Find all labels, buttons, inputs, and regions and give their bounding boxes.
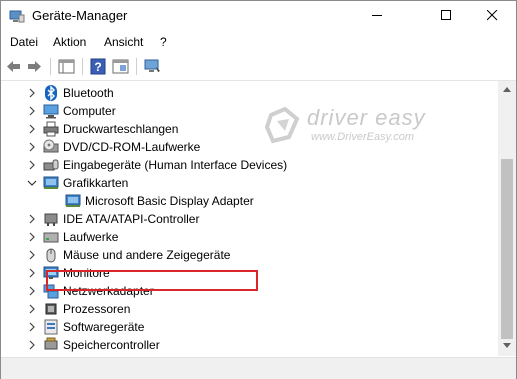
scroll-up-arrow-icon[interactable] xyxy=(503,87,511,92)
close-icon xyxy=(487,10,498,21)
expand-chevron-icon[interactable] xyxy=(27,286,37,296)
tree-category-item[interactable]: Eingabegeräte (Human Interface Devices) xyxy=(1,156,498,174)
printer-icon xyxy=(43,121,59,137)
menu-help[interactable]: ? xyxy=(160,35,167,49)
watermark-brand: driver easy xyxy=(307,105,426,130)
tree-item-label: Computer xyxy=(63,104,116,118)
expand-chevron-icon[interactable] xyxy=(27,142,37,152)
svg-text:?: ? xyxy=(94,60,101,74)
tree-item-label: Softwaregeräte xyxy=(63,320,145,334)
scan-hardware-icon[interactable] xyxy=(144,58,161,75)
ide-controller-icon xyxy=(44,213,58,226)
expand-chevron-icon[interactable] xyxy=(27,268,37,278)
tree-category-item[interactable]: Speichercontroller xyxy=(1,336,498,354)
title-bar[interactable]: Geräte-Manager xyxy=(1,1,516,31)
watermark-logo-icon xyxy=(264,107,300,144)
menu-datei[interactable]: Datei xyxy=(10,35,38,49)
toolbar-separator xyxy=(50,58,51,75)
scrollbar-thumb[interactable] xyxy=(501,159,513,339)
minimize-icon xyxy=(372,15,382,16)
watermark-url: www.DriverEasy.com xyxy=(311,131,415,143)
display-adapter-icon xyxy=(43,176,59,189)
bluetooth-icon xyxy=(45,85,57,101)
expand-chevron-icon[interactable] xyxy=(27,232,37,242)
toolbar-separator xyxy=(136,58,137,75)
tree-item-label: Grafikkarten xyxy=(63,176,129,190)
vertical-scrollbar[interactable] xyxy=(498,81,516,356)
tree-category-item[interactable]: Softwaregeräte xyxy=(1,318,498,336)
tree-item-label: IDE ATA/ATAPI-Controller xyxy=(63,212,200,226)
display-adapter-icon xyxy=(65,194,81,207)
storage-controller-icon xyxy=(44,337,58,350)
maximize-button[interactable] xyxy=(424,1,470,31)
maximize-icon xyxy=(441,10,451,20)
processor-icon xyxy=(45,303,57,315)
status-bar xyxy=(1,357,516,379)
menu-ansicht[interactable]: Ansicht xyxy=(104,35,143,49)
view-console-icon[interactable] xyxy=(112,58,129,75)
expand-chevron-icon[interactable] xyxy=(27,124,37,134)
expand-chevron-icon[interactable] xyxy=(27,340,37,350)
tree-item-label: DVD/CD-ROM-Laufwerke xyxy=(63,140,201,154)
dvd-drive-icon xyxy=(43,139,59,153)
watermark: driver easy www.DriverEasy.com xyxy=(263,105,453,149)
expand-chevron-icon[interactable] xyxy=(27,160,37,170)
expand-chevron-icon[interactable] xyxy=(27,304,37,314)
disk-drive-icon xyxy=(43,232,59,243)
expand-chevron-icon[interactable] xyxy=(27,88,37,98)
back-arrow-icon[interactable] xyxy=(5,58,22,75)
tree-item-label: Microsoft Basic Display Adapter xyxy=(85,194,254,208)
device-manager-app-icon xyxy=(9,10,25,23)
window-title: Geräte-Manager xyxy=(32,8,128,23)
tree-item-label: Mäuse und andere Zeigegeräte xyxy=(63,248,231,262)
scroll-down-arrow-icon[interactable] xyxy=(503,343,511,348)
close-button[interactable] xyxy=(470,1,516,31)
help-icon[interactable]: ? xyxy=(90,58,107,75)
hid-icon xyxy=(43,159,59,171)
collapse-chevron-icon[interactable] xyxy=(27,178,37,188)
expand-chevron-icon[interactable] xyxy=(27,250,37,260)
mouse-icon xyxy=(46,248,56,263)
toolbar: ? xyxy=(1,53,516,79)
menu-aktion[interactable]: Aktion xyxy=(53,35,86,49)
tree-item-label: Eingabegeräte (Human Interface Devices) xyxy=(63,158,288,172)
forward-arrow-icon[interactable] xyxy=(26,58,43,75)
tree-item-label: Bluetooth xyxy=(63,86,114,100)
software-device-icon xyxy=(44,319,58,335)
tree-category-item[interactable]: IDE ATA/ATAPI-Controller xyxy=(1,210,498,228)
expand-chevron-icon[interactable] xyxy=(27,322,37,332)
menu-bar: Datei Aktion Ansicht ? xyxy=(1,32,516,52)
expand-chevron-icon[interactable] xyxy=(27,106,37,116)
tree-child-item[interactable]: Microsoft Basic Display Adapter xyxy=(1,192,498,210)
tree-category-item[interactable]: Grafikkarten xyxy=(1,174,498,192)
toolbar-separator xyxy=(82,58,83,75)
tree-category-item[interactable]: Laufwerke xyxy=(1,228,498,246)
device-manager-window: Geräte-Manager Datei Aktion Ansicht ? ? … xyxy=(0,0,517,379)
expand-chevron-icon[interactable] xyxy=(27,214,37,224)
tree-category-item[interactable]: Bluetooth xyxy=(1,84,498,102)
properties-console-icon[interactable] xyxy=(58,58,75,75)
tree-item-label: Laufwerke xyxy=(63,230,119,244)
tree-category-item[interactable]: Mäuse und andere Zeigegeräte xyxy=(1,246,498,264)
computer-icon xyxy=(43,104,59,119)
tree-item-label: Speichercontroller xyxy=(63,338,160,352)
minimize-button[interactable] xyxy=(355,1,401,31)
tree-item-label: Druckwarteschlangen xyxy=(63,122,179,136)
tree-category-item[interactable]: Prozessoren xyxy=(1,300,498,318)
highlight-box xyxy=(46,270,258,291)
tree-item-label: Prozessoren xyxy=(63,302,131,316)
